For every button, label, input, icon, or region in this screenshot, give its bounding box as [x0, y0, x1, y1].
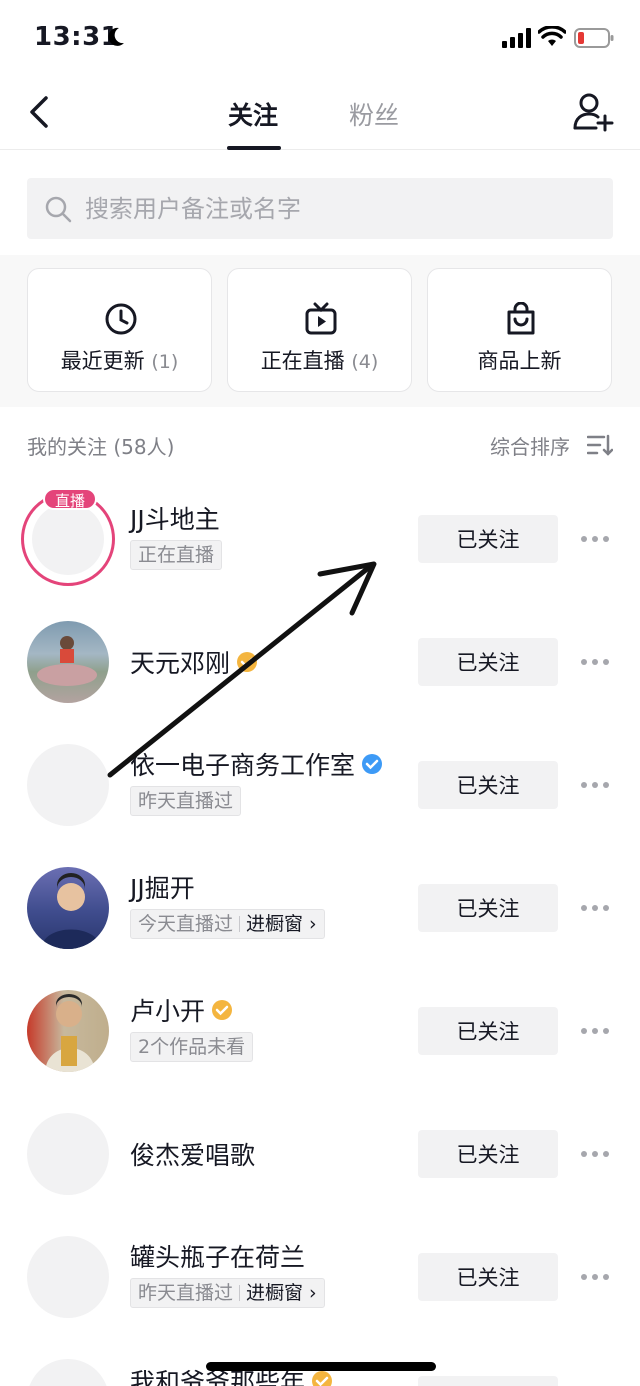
- verified-icon: [362, 754, 383, 774]
- more-icon[interactable]: [578, 1019, 612, 1043]
- status-tag-text: 昨天直播过: [138, 1282, 234, 1304]
- user-name: JJ掘开: [130, 874, 195, 903]
- verified-icon: [212, 1000, 233, 1020]
- card-label: 最近更新: [60, 349, 145, 373]
- list-item[interactable]: 天元邓刚 已关注: [0, 621, 640, 744]
- add-user-icon[interactable]: [572, 92, 614, 132]
- avatar[interactable]: [27, 1236, 109, 1318]
- followed-button[interactable]: 已关注: [418, 515, 558, 563]
- search-bar[interactable]: [27, 178, 613, 239]
- user-name: 天元邓刚: [130, 649, 231, 678]
- search-input[interactable]: [85, 178, 605, 239]
- list-header: 我的关注 (58人) 综合排序: [0, 407, 640, 477]
- verified-icon: [237, 652, 258, 672]
- more-icon[interactable]: [578, 650, 612, 674]
- more-icon[interactable]: [578, 773, 612, 797]
- wifi-icon: [538, 26, 566, 46]
- followed-button[interactable]: 已关注: [418, 761, 558, 809]
- card-count: (1): [151, 351, 179, 373]
- tv-icon: [305, 302, 337, 335]
- sort-label[interactable]: 综合排序: [490, 431, 570, 460]
- card-label: 商品上新: [477, 349, 562, 373]
- followed-button[interactable]: 已关注: [418, 1130, 558, 1178]
- avatar[interactable]: [27, 1359, 109, 1386]
- followed-button[interactable]: [418, 1376, 558, 1386]
- list-item[interactable]: 俊杰爱唱歌 已关注: [0, 1113, 640, 1236]
- status-tag[interactable]: 今天直播过 进橱窗 ›: [130, 909, 325, 939]
- card-label: 正在直播: [260, 349, 345, 373]
- list-item[interactable]: JJ掘开 今天直播过 进橱窗 › 已关注: [0, 867, 640, 990]
- list-item[interactable]: 罐头瓶子在荷兰 昨天直播过 进橱窗 › 已关注: [0, 1236, 640, 1359]
- avatar-photo: [37, 636, 97, 686]
- verified-icon: [312, 1371, 333, 1386]
- avatar[interactable]: [27, 867, 109, 949]
- followed-button[interactable]: 已关注: [418, 1007, 558, 1055]
- shop-window-link[interactable]: 进橱窗 ›: [246, 1282, 317, 1304]
- avatar[interactable]: [27, 621, 109, 703]
- followed-button[interactable]: 已关注: [418, 884, 558, 932]
- user-name: 卢小开: [130, 997, 206, 1026]
- back-icon[interactable]: [22, 92, 58, 132]
- battery-icon: [574, 28, 614, 48]
- moon-icon: [108, 27, 124, 46]
- status-bar: 13:31: [0, 0, 640, 80]
- search-icon: [45, 196, 72, 223]
- status-tag: 2个作品未看: [130, 1032, 254, 1062]
- sort-icon[interactable]: [587, 434, 613, 456]
- recent-updates-card[interactable]: 最近更新 (1): [27, 268, 212, 392]
- list-item[interactable]: 直播 JJ斗地主 正在直播 已关注: [0, 488, 640, 621]
- new-products-card[interactable]: 商品上新: [427, 268, 612, 392]
- avatar-photo: [45, 994, 95, 1072]
- more-icon[interactable]: [578, 896, 612, 920]
- followed-button[interactable]: 已关注: [418, 638, 558, 686]
- clock-icon: [105, 303, 137, 335]
- status-tag[interactable]: 昨天直播过 进橱窗 ›: [130, 1278, 325, 1308]
- user-name: 俊杰爱唱歌: [130, 1141, 256, 1170]
- status-tag: 昨天直播过: [130, 786, 242, 816]
- more-icon[interactable]: [578, 1142, 612, 1166]
- tab-following[interactable]: 关注: [228, 96, 278, 146]
- quick-filter-area: 最近更新 (1) 正在直播 (4) 商品上新: [0, 255, 640, 407]
- status-tag-text: 今天直播过: [138, 913, 234, 935]
- more-icon[interactable]: [578, 1265, 612, 1289]
- active-tab-indicator: [227, 146, 281, 150]
- live-badge: 直播: [43, 488, 97, 510]
- user-name: 罐头瓶子在荷兰: [130, 1243, 306, 1272]
- more-icon[interactable]: [578, 527, 612, 551]
- following-count-title: 我的关注 (58人): [27, 435, 175, 459]
- signal-icon: [502, 28, 531, 48]
- shop-window-link[interactable]: 进橱窗 ›: [246, 913, 317, 935]
- followed-button[interactable]: 已关注: [418, 1253, 558, 1301]
- home-indicator: [206, 1362, 436, 1371]
- user-name: JJ斗地主: [130, 505, 220, 534]
- status-tag: 正在直播: [130, 540, 223, 570]
- user-name: 依一电子商务工作室: [130, 751, 356, 780]
- shopping-bag-icon: [507, 302, 535, 335]
- list-item[interactable]: 依一电子商务工作室 昨天直播过 已关注: [0, 744, 640, 867]
- avatar[interactable]: [27, 1113, 109, 1195]
- top-nav: 关注 粉丝: [0, 80, 640, 150]
- avatar[interactable]: [27, 990, 109, 1072]
- tab-fans[interactable]: 粉丝: [349, 96, 399, 146]
- avatar[interactable]: [27, 744, 109, 826]
- live-now-card[interactable]: 正在直播 (4): [227, 268, 412, 392]
- card-count: (4): [351, 351, 379, 373]
- avatar-photo: [41, 873, 101, 949]
- list-item[interactable]: 卢小开 2个作品未看 已关注: [0, 990, 640, 1113]
